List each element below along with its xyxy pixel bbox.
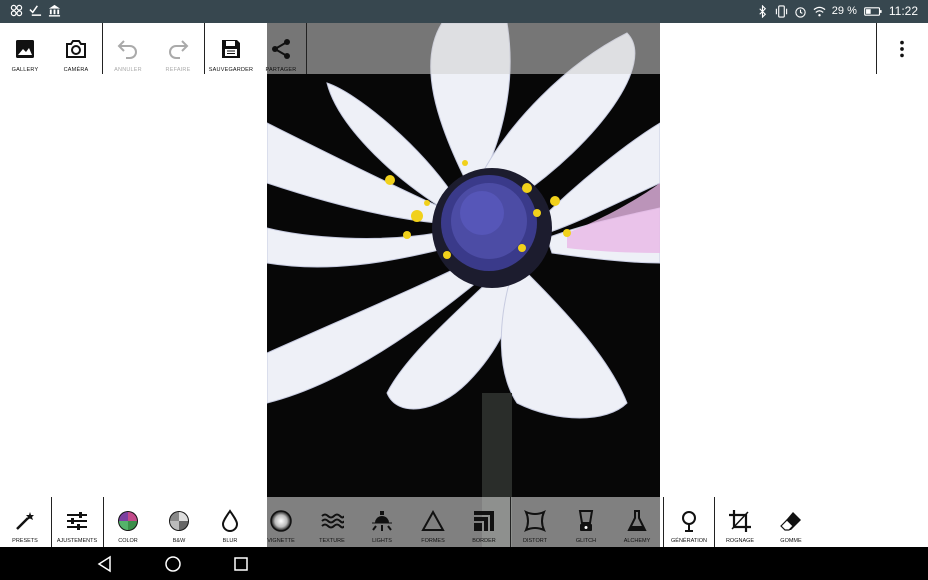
battery-icon [863, 6, 882, 16]
image-icon [16, 40, 34, 58]
tool-label: TEXTURE [319, 538, 345, 544]
drop-icon [221, 509, 239, 532]
redo-label: REFAIRE [165, 67, 191, 73]
tool-label: ROGNAGE [725, 538, 755, 544]
magic-wand-icon [16, 512, 34, 530]
checklist-notification-icon [29, 5, 42, 16]
color-icon [118, 511, 138, 531]
redo-icon [169, 40, 189, 59]
share-label: PARTAGER [265, 67, 297, 73]
lights-icon [372, 511, 392, 531]
eraser-icon [780, 512, 801, 531]
flask-icon [627, 510, 647, 531]
crop-icon [729, 510, 751, 532]
save-icon [222, 40, 240, 58]
tool-generation[interactable]: GÉNÉRATION [666, 497, 712, 547]
vibrate-icon [775, 4, 787, 18]
flower-image [267, 23, 660, 547]
overflow-menu-button[interactable] [888, 36, 916, 62]
tool-ajustements[interactable]: AJUSTEMENTS [53, 497, 101, 547]
toolbar-divider [510, 497, 511, 547]
tool-vignette[interactable]: VIGNETTE [261, 497, 301, 547]
tool-label: GOMME [780, 538, 802, 544]
camera-button[interactable]: CAMÉRA [55, 23, 97, 74]
save-button[interactable]: SAUVEGARDER [206, 23, 256, 74]
gallery-label: GALLERY [11, 67, 39, 73]
bluetooth-icon [759, 4, 766, 18]
tool-presets[interactable]: PRESETS [5, 497, 45, 547]
sliders-icon [67, 512, 87, 530]
undo-icon [117, 40, 137, 59]
save-label: SAUVEGARDER [208, 67, 254, 73]
toolbar-divider [102, 23, 103, 74]
home-icon[interactable] [164, 555, 182, 573]
back-icon[interactable] [96, 555, 114, 573]
triangle-icon [421, 509, 445, 531]
tool-texture[interactable]: TEXTURE [312, 497, 352, 547]
tool-label: DISTORT [523, 538, 547, 544]
tool-label: B&W [172, 538, 186, 544]
toolbar-divider [103, 497, 104, 547]
toolbar-divider [306, 23, 307, 74]
tool-lights[interactable]: LIGHTS [362, 497, 402, 547]
camera-label: CAMÉRA [63, 67, 89, 73]
app-notification-icon [10, 4, 23, 17]
toolbar-divider [51, 497, 52, 547]
toolbar-divider [876, 23, 877, 74]
toolbar-divider [714, 497, 715, 547]
tool-label: FORMES [421, 538, 445, 544]
share-button[interactable]: PARTAGER [262, 23, 300, 74]
battery-percent: 29 % [831, 5, 857, 17]
tool-label: GÉNÉRATION [671, 538, 707, 544]
recents-icon[interactable] [232, 555, 250, 573]
photo-canvas[interactable] [267, 23, 660, 547]
tree-icon [682, 511, 696, 532]
distort-icon [524, 510, 546, 532]
gallery-button[interactable]: GALLERY [5, 23, 45, 74]
alarm-icon [795, 6, 806, 18]
tool-blur[interactable]: BLUR [210, 497, 250, 547]
tool-rognage[interactable]: ROGNAGE [720, 497, 760, 547]
tool-color[interactable]: COLOR [108, 497, 148, 547]
tool-label: AJUSTEMENTS [56, 538, 98, 544]
undo-label: ANNULER [114, 67, 142, 73]
tool-glitch[interactable]: GLITCH [566, 497, 606, 547]
blender-icon [578, 510, 594, 531]
toolbar-divider [204, 23, 205, 74]
texture-icon [321, 513, 344, 529]
bank-notification-icon [48, 4, 61, 17]
redo-button[interactable]: REFAIRE [157, 23, 199, 74]
bw-icon [169, 511, 189, 531]
camera-icon [66, 40, 86, 58]
navigation-bar [0, 547, 928, 580]
tool-border[interactable]: BORDER [464, 497, 504, 547]
tool-label: ALCHEMY [623, 538, 651, 544]
border-icon [474, 511, 494, 531]
tool-label: VIGNETTE [267, 538, 295, 544]
tool-label: PRESETS [12, 538, 38, 544]
tool-label: COLOR [118, 538, 138, 544]
tool-gomme[interactable]: GOMME [771, 497, 811, 547]
share-icon [272, 39, 290, 59]
tool-label: BORDER [472, 538, 496, 544]
tool-distort[interactable]: DISTORT [515, 497, 555, 547]
toolbar-divider [663, 497, 664, 547]
tool-bw[interactable]: B&W [159, 497, 199, 547]
top-toolbar-overlay [267, 23, 660, 74]
undo-button[interactable]: ANNULER [107, 23, 149, 74]
vignette-icon [270, 510, 292, 532]
tool-label: LIGHTS [372, 538, 392, 544]
clock: 11:22 [888, 4, 918, 18]
tool-formes[interactable]: FORMES [413, 497, 453, 547]
status-bar: 29 % 11:22 [0, 0, 928, 23]
tool-label: BLUR [222, 538, 238, 544]
tool-label: GLITCH [575, 538, 597, 544]
tool-alchemy[interactable]: ALCHEMY [617, 497, 657, 547]
wifi-icon [813, 6, 826, 16]
more-vert-icon [900, 40, 904, 58]
